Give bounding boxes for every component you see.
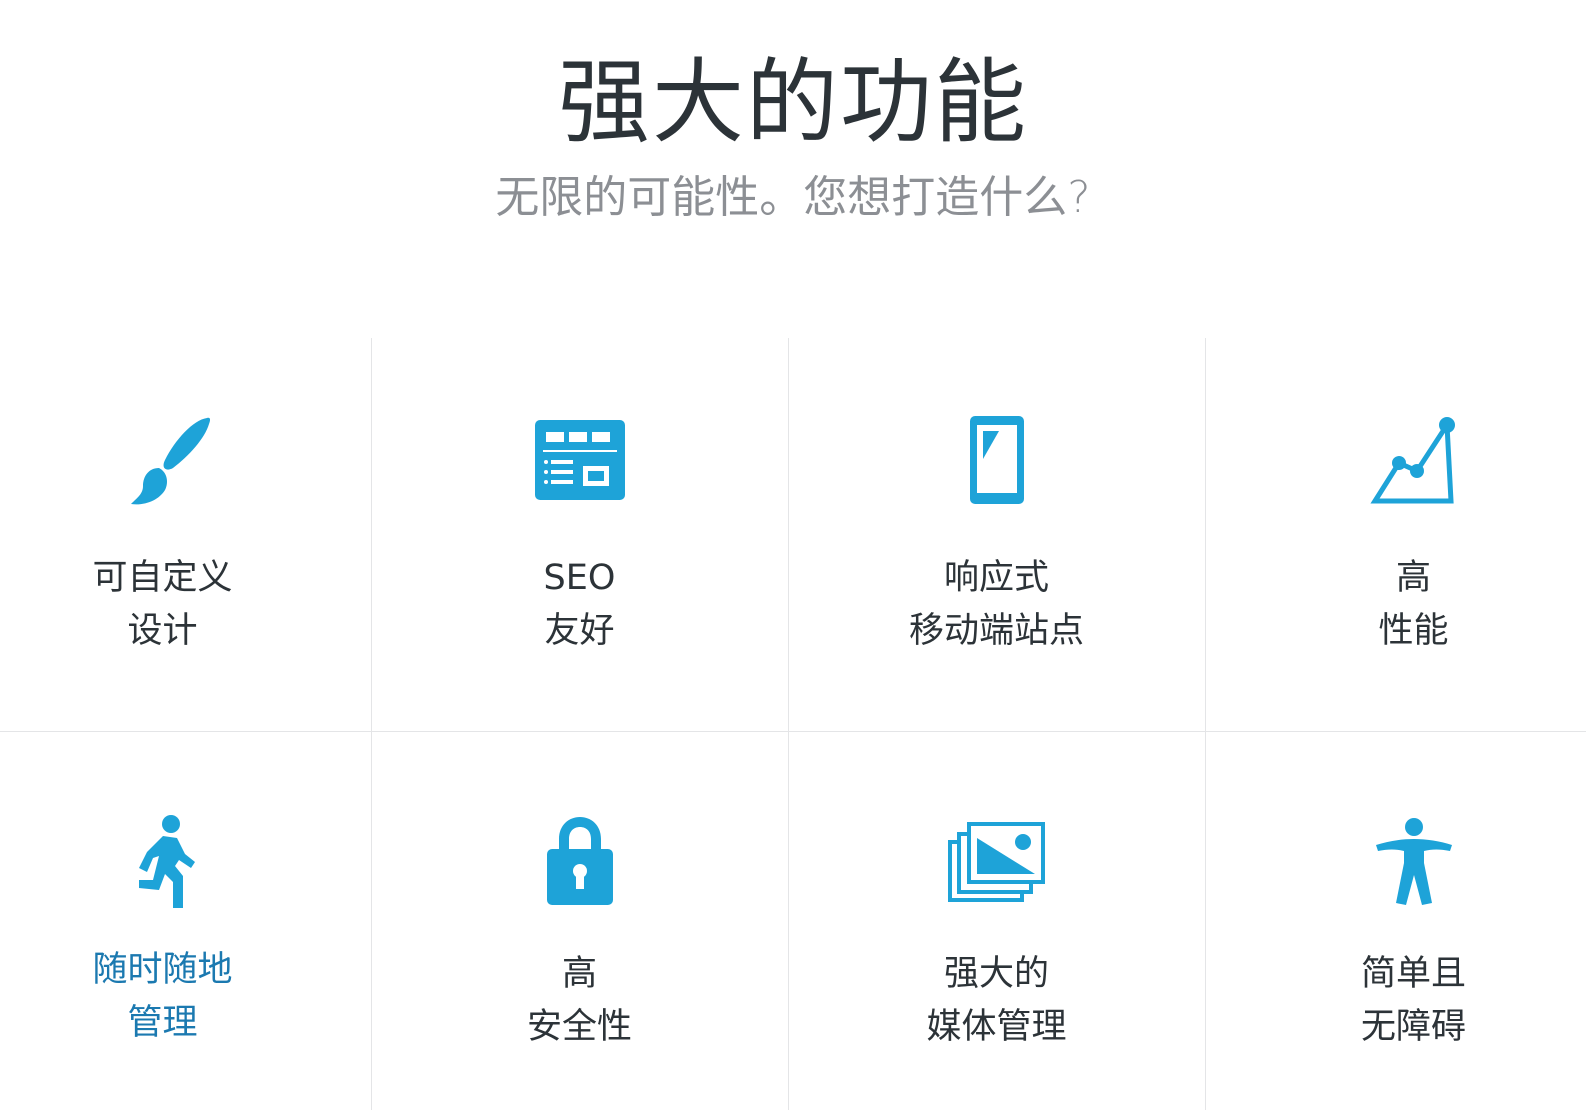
feature-label-line2: 无障碍 xyxy=(1360,1007,1466,1047)
feature-label-line1: 强大的 xyxy=(943,954,1049,994)
accessibility-icon xyxy=(1205,812,1586,912)
feature-seo-friendly[interactable]: SEO 友好 xyxy=(371,410,788,690)
feature-media-management[interactable]: 强大的 媒体管理 xyxy=(788,812,1205,1092)
feature-label-line1: 简单且 xyxy=(1360,954,1466,994)
feature-manage-anywhere[interactable]: 随时随地 管理 xyxy=(0,812,371,1092)
layout-icon xyxy=(371,410,788,510)
feature-label-line1: 随时随地 xyxy=(92,950,233,990)
feature-label-line2: 安全性 xyxy=(526,1007,632,1047)
feature-label-line1: 可自定义 xyxy=(92,558,233,598)
image-gallery-icon xyxy=(788,812,1205,912)
feature-label-line1: 高 xyxy=(561,954,597,994)
features-grid: 可自定义 设计 SEO 友好 响应式 移动端站点 高 性能 随时随地 管理 高 … xyxy=(0,0,1586,1110)
feature-label-line2: 移动端站点 xyxy=(908,611,1084,651)
running-person-icon xyxy=(0,812,371,912)
chart-line-icon xyxy=(1205,410,1586,510)
mobile-phone-icon xyxy=(788,410,1205,510)
feature-simple-accessible[interactable]: 简单且 无障碍 xyxy=(1205,812,1586,1092)
feature-label-line1: 响应式 xyxy=(943,558,1049,598)
padlock-icon xyxy=(371,812,788,912)
paintbrush-icon xyxy=(0,410,371,510)
feature-label-line1: SEO xyxy=(543,558,616,598)
feature-responsive-mobile[interactable]: 响应式 移动端站点 xyxy=(788,410,1205,690)
feature-high-security[interactable]: 高 安全性 xyxy=(371,812,788,1092)
feature-label-line2: 管理 xyxy=(127,1003,198,1043)
feature-label-line2: 性能 xyxy=(1378,611,1449,651)
grid-divider xyxy=(0,731,1586,732)
feature-high-performance[interactable]: 高 性能 xyxy=(1205,410,1586,690)
feature-label-line2: 设计 xyxy=(127,611,198,651)
feature-customizable-design[interactable]: 可自定义 设计 xyxy=(0,410,371,690)
feature-label-line2: 友好 xyxy=(544,611,615,651)
feature-label-line2: 媒体管理 xyxy=(926,1007,1067,1047)
feature-label-line1: 高 xyxy=(1395,558,1431,598)
